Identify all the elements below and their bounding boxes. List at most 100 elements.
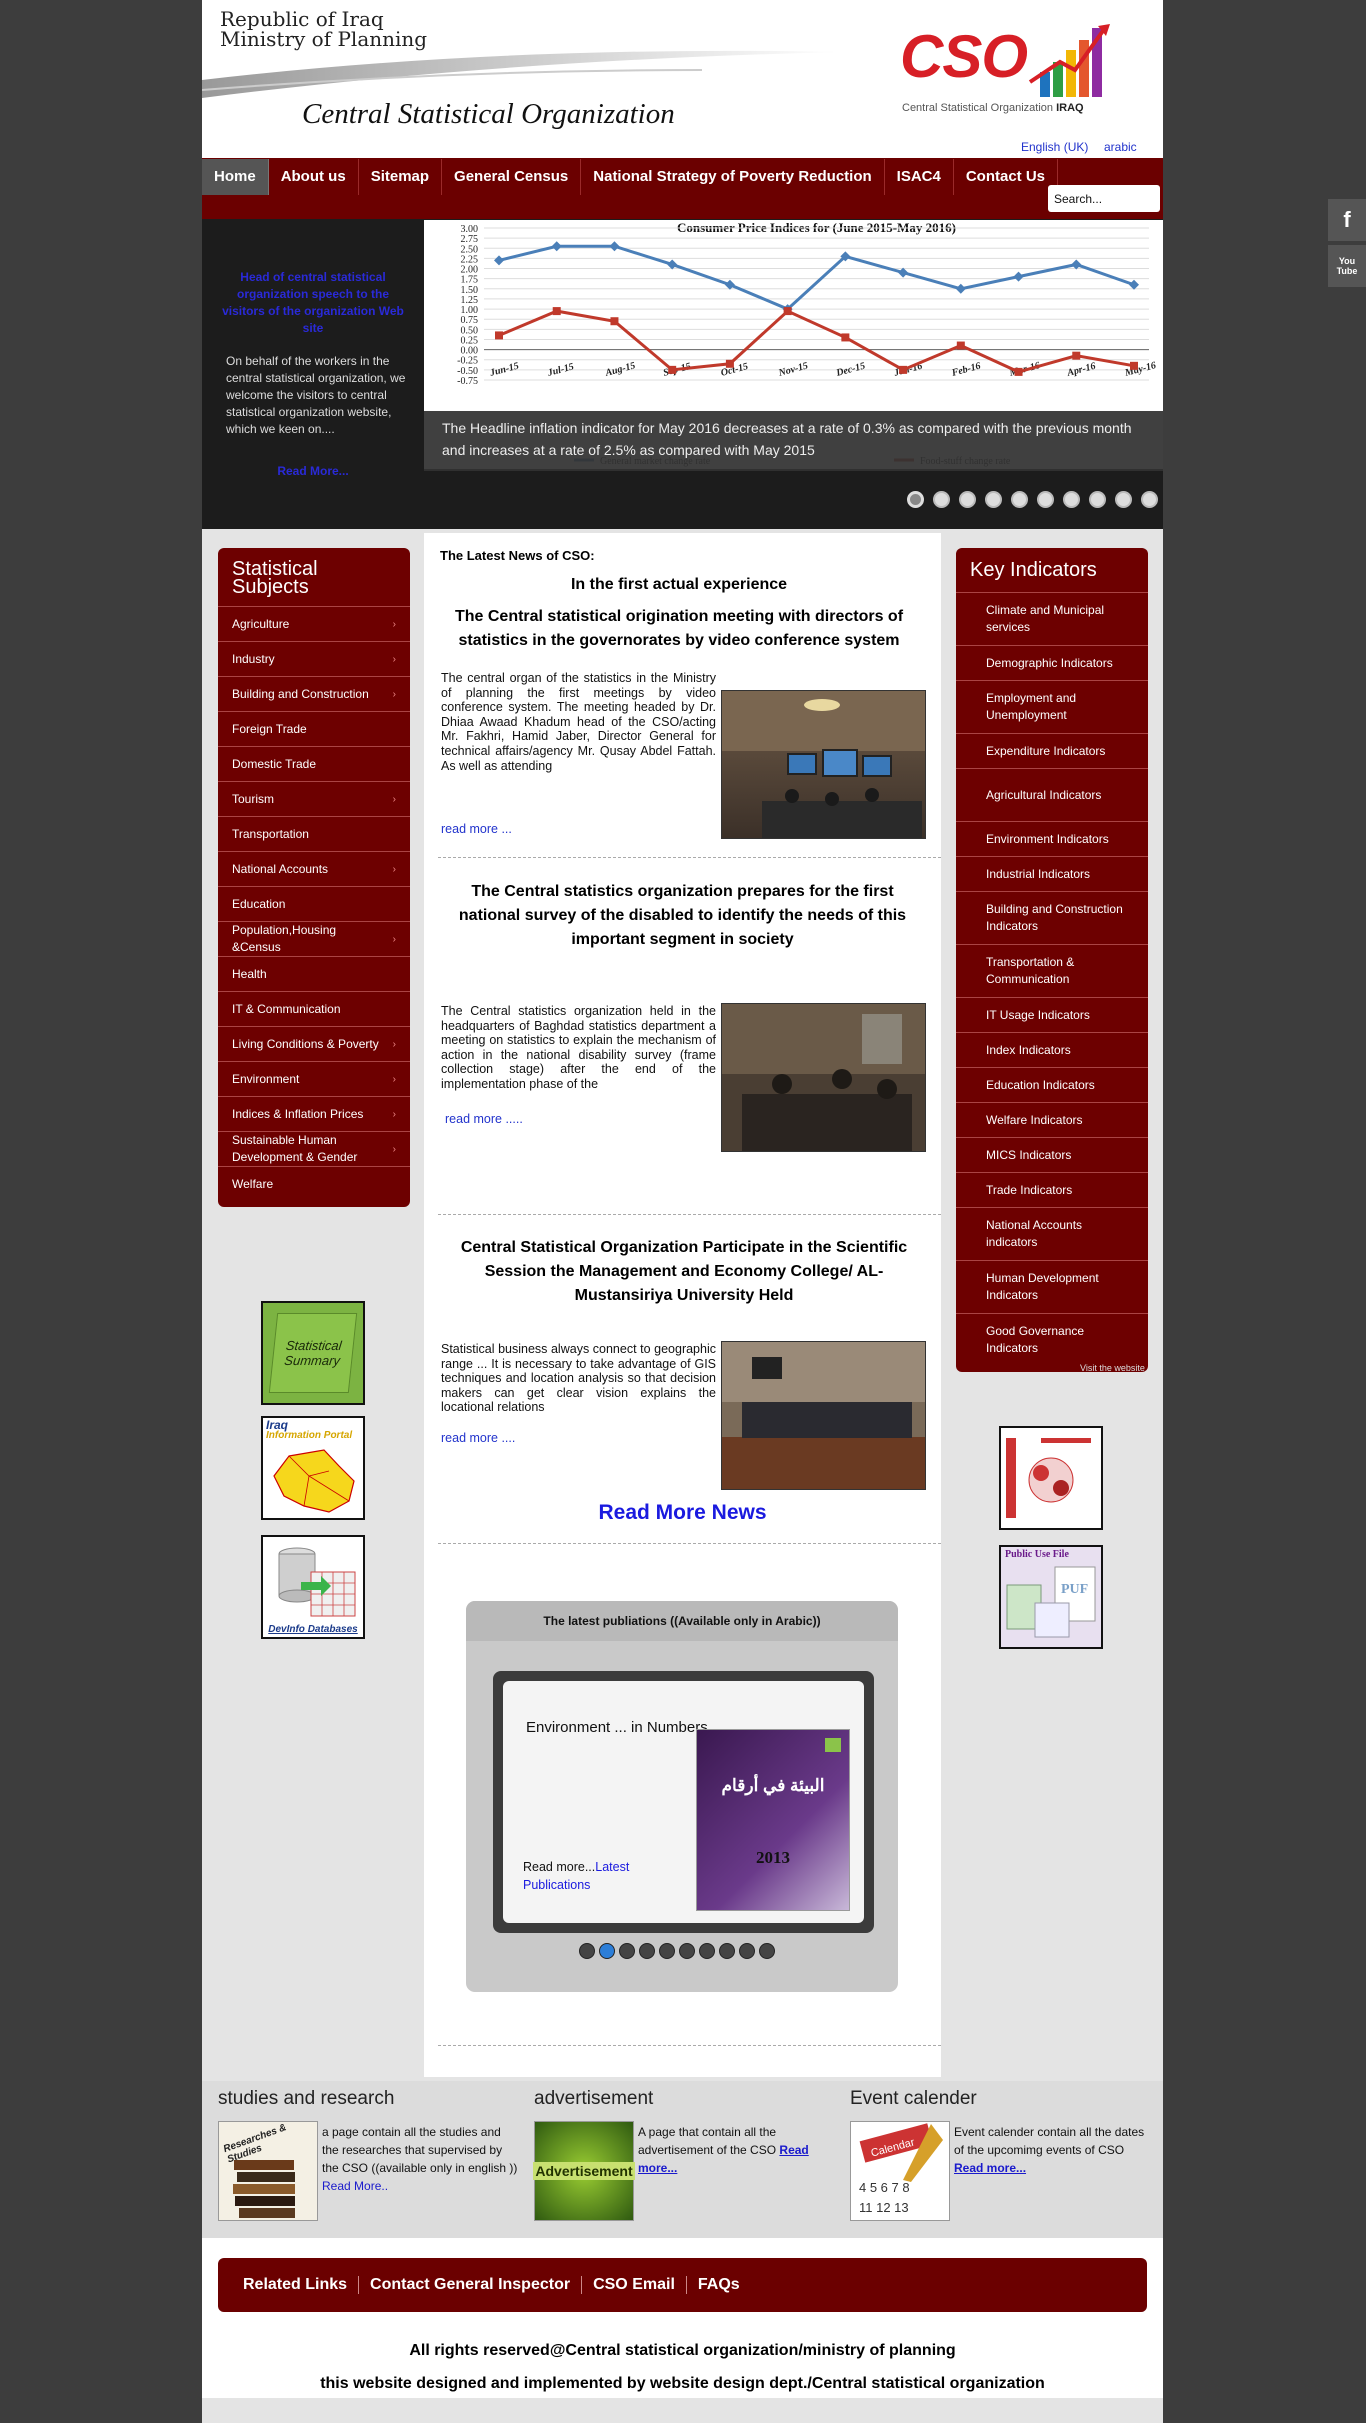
indicator-item[interactable]: Building and Construction Indicators [956,891,1148,944]
indicator-item[interactable]: Demographic Indicators [956,645,1148,680]
slider-dot[interactable] [1037,491,1054,508]
event-calendar-image[interactable]: Calendar 4 5 6 7 8 11 12 13 [850,2121,950,2221]
indicator-item[interactable]: Employment and Unemployment [956,680,1148,733]
indicator-item[interactable]: Good Governance Indicators [956,1313,1148,1366]
publication-dot[interactable] [579,1943,595,1959]
indicator-item[interactable]: Index Indicators [956,1032,1148,1067]
subject-item[interactable]: Domestic Trade [218,746,410,781]
publication-dot[interactable] [599,1943,615,1959]
news-3-readmore-link[interactable]: read more .... [441,1431,515,1445]
lang-arabic-link[interactable]: arabic [1104,140,1137,154]
statistical-subjects-title: Statistical Subjects [232,558,318,598]
publication-dot[interactable] [639,1943,655,1959]
indicator-item[interactable]: National Accounts indicators [956,1207,1148,1260]
indicator-item[interactable]: IT Usage Indicators [956,997,1148,1032]
slider-dot[interactable] [959,491,976,508]
studies-image[interactable]: Researches & Studies [218,2121,318,2221]
indicator-item[interactable]: Expenditure Indicators [956,733,1148,768]
publication-dot[interactable] [659,1943,675,1959]
nav-sitemap[interactable]: Sitemap [359,159,443,195]
slider-dot[interactable] [907,491,924,508]
footer-contact-inspector[interactable]: Contact General Inspector [359,2276,583,2294]
facebook-icon[interactable]: f [1328,199,1366,241]
public-use-file-banner[interactable]: Public Use File PUF [999,1545,1103,1649]
indicator-item[interactable]: Industrial Indicators [956,856,1148,891]
nav-poverty-strategy[interactable]: National Strategy of Poverty Reduction [581,159,885,195]
publication-dot[interactable] [619,1943,635,1959]
slider-dot[interactable] [1141,491,1158,508]
youtube-icon[interactable]: You Tube [1328,245,1366,287]
head-speech-text: On behalf of the workers in the central … [226,354,406,436]
news-3-title[interactable]: Central Statistical Organization Partici… [454,1236,914,1308]
news-2-readmore-link[interactable]: read more ..... [445,1112,523,1126]
head-speech-readmore-link[interactable]: Read More... [218,464,408,478]
indicator-item[interactable]: Transportation & Communication [956,944,1148,997]
lang-english-link[interactable]: English (UK) [1021,140,1088,154]
subject-item[interactable]: Environment › [218,1061,410,1096]
read-more-news-link[interactable]: Read More News [424,1501,941,1525]
indicator-item[interactable]: Welfare Indicators [956,1102,1148,1137]
slider-dot[interactable] [1063,491,1080,508]
news-1-readmore-link[interactable]: read more ... [441,822,512,836]
news-separator-3 [438,1543,941,1544]
indicator-item[interactable]: Climate and Municipal services [956,592,1148,645]
subject-item[interactable]: Tourism › [218,781,410,816]
news-3-photo[interactable] [721,1341,926,1490]
news-1-title[interactable]: The Central statistical origination meet… [454,605,904,653]
nav-about-us[interactable]: About us [269,159,359,195]
news-2-title[interactable]: The Central statistics organization prep… [441,880,924,952]
subject-item[interactable]: Sustainable Human Development & Gender › [218,1131,410,1166]
indicator-item[interactable]: Education Indicators [956,1067,1148,1102]
advertisement-image[interactable]: Advertisement [533,2121,635,2221]
subject-item[interactable]: Building and Construction › [218,676,410,711]
subject-item[interactable]: Agriculture › [218,606,410,641]
visit-website-label[interactable]: Visit the website [1080,1363,1145,1373]
nav-home[interactable]: Home [202,159,269,195]
head-speech-heading[interactable]: Head of central statistical organization… [218,269,408,337]
indicator-item[interactable]: Human Development Indicators [956,1260,1148,1313]
slider-dot[interactable] [933,491,950,508]
publication-cover[interactable]: البيئة في أرقام 2013 [696,1729,850,1911]
subject-item[interactable]: Living Conditions & Poverty › [218,1026,410,1061]
publication-dot[interactable] [719,1943,735,1959]
news-1-photo[interactable] [721,690,926,839]
indicator-item[interactable]: Environment Indicators [956,821,1148,856]
subject-item[interactable]: Welfare [218,1166,410,1201]
subject-item[interactable]: National Accounts › [218,851,410,886]
publication-dot[interactable] [679,1943,695,1959]
cso-logo[interactable]: CSO Central Statistical Organization IRA… [900,22,1130,122]
indicator-item[interactable]: MICS Indicators [956,1137,1148,1172]
nav-contact-us[interactable]: Contact Us [954,159,1059,195]
nav-isac4[interactable]: ISAC4 [885,159,954,195]
series-point [552,307,561,316]
iraq-information-portal-banner[interactable]: Iraq Information Portal [261,1416,365,1520]
slider-dot[interactable] [1089,491,1106,508]
devinfo-databases-banner[interactable]: DevInfo Databases [261,1535,365,1639]
nav-general-census[interactable]: General Census [442,159,582,195]
indicator-item[interactable]: Agricultural Indicators [956,768,1148,821]
publication-dot[interactable] [699,1943,715,1959]
footer-cso-email[interactable]: CSO Email [582,2276,687,2294]
publication-dot[interactable] [759,1943,775,1959]
indicator-item[interactable]: Trade Indicators [956,1172,1148,1207]
studies-readmore-link[interactable]: Read More.. [322,2179,388,2193]
subject-item[interactable]: Health [218,956,410,991]
slider-dot[interactable] [985,491,1002,508]
subject-item[interactable]: Transportation [218,816,410,851]
iraq-statistics-abstract-banner[interactable] [999,1426,1103,1530]
publication-dot[interactable] [739,1943,755,1959]
slider-dot[interactable] [1115,491,1132,508]
footer-faqs[interactable]: FAQs [687,2276,751,2294]
search-input[interactable]: Search... [1048,185,1160,212]
footer-related-links[interactable]: Related Links [232,2276,360,2294]
event-calendar-readmore-link[interactable]: Read more... [954,2161,1026,2175]
slider-dot[interactable] [1011,491,1028,508]
statistical-summary-banner[interactable]: Statistical Summary [261,1301,365,1405]
subject-item[interactable]: Industry › [218,641,410,676]
subject-item[interactable]: Population,Housing &Census › [218,921,410,956]
subject-item[interactable]: Indices & Inflation Prices › [218,1096,410,1131]
news-2-photo[interactable] [721,1003,926,1152]
subject-item[interactable]: Foreign Trade [218,711,410,746]
subject-item[interactable]: Education [218,886,410,921]
subject-item[interactable]: IT & Communication [218,991,410,1026]
